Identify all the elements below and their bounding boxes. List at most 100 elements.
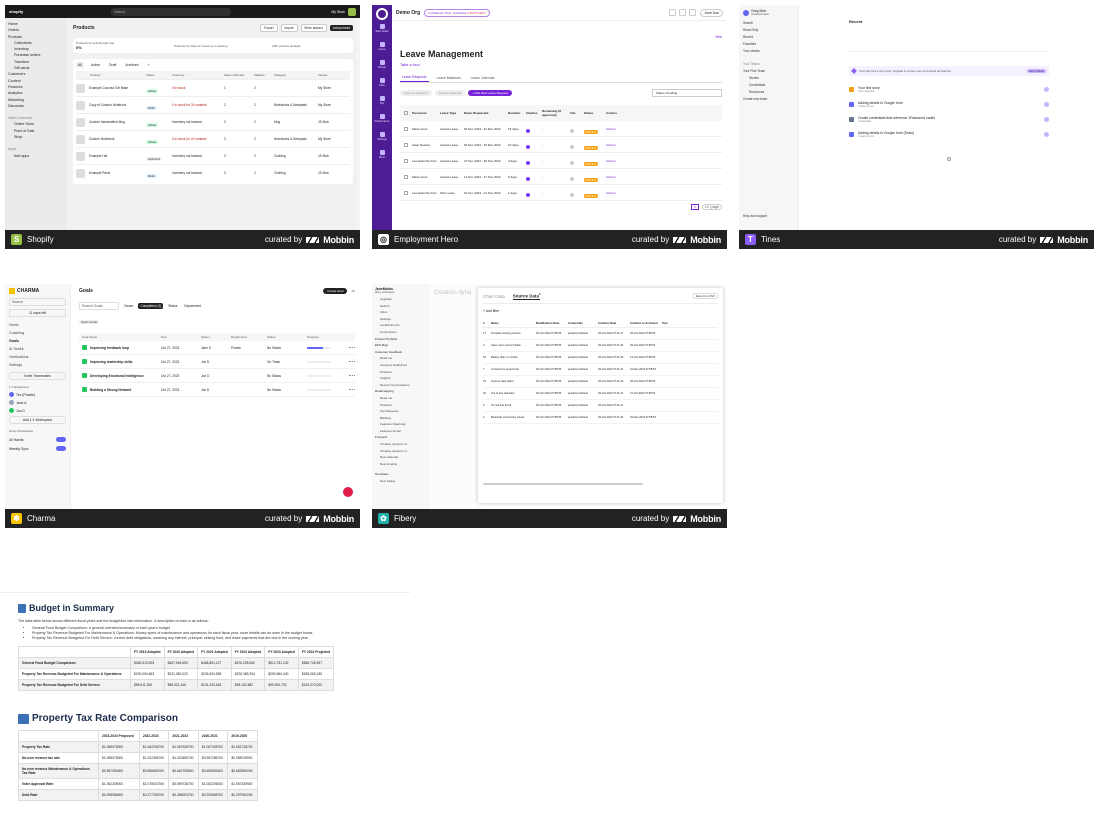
actions-menu[interactable]: Actions bbox=[606, 143, 636, 147]
get-in-touch-button[interactable]: Get in touch bbox=[1026, 69, 1046, 73]
column-header[interactable]: Remaining (If approved) bbox=[542, 109, 570, 117]
column-header[interactable]: # bbox=[483, 321, 491, 325]
nav-item-verifications[interactable]: Verifications bbox=[9, 353, 66, 361]
nav-item-creation-dynamic-of[interactable]: Creation dynamic of ... bbox=[375, 441, 427, 448]
nav-item-interview-guidelines[interactable]: Interview Guidelines bbox=[375, 362, 427, 369]
row-checkbox[interactable] bbox=[404, 126, 408, 131]
nav-item-new-calendar[interactable]: New calendar bbox=[375, 454, 427, 461]
nav-item-files[interactable]: Files bbox=[372, 78, 392, 87]
nav-item-settings[interactable]: Settings bbox=[372, 132, 392, 141]
tab-draft[interactable]: Draft bbox=[107, 62, 118, 68]
nav-item-upgrade[interactable]: Upgrade bbox=[375, 296, 427, 303]
nav-item-products[interactable]: Products bbox=[375, 369, 427, 376]
table-row[interactable]: Marie Curie Annual Leave 13 Nov 2023 - 17 … bbox=[400, 169, 722, 185]
nav-item-new-timeline[interactable]: New timeline bbox=[375, 461, 427, 468]
status[interactable]: On Track bbox=[267, 360, 307, 364]
nav-item-coaching[interactable]: Coaching bbox=[9, 329, 66, 337]
new-link[interactable]: New bbox=[715, 35, 722, 39]
story-item[interactable]: Adding details to Google form Create a fo… bbox=[849, 101, 1049, 108]
column-header[interactable]: Clashes bbox=[526, 111, 542, 115]
nav-item-people[interactable]: People bbox=[372, 60, 392, 69]
nav-item-help-and-support[interactable]: Help and support bbox=[743, 213, 794, 220]
table-row[interactable]: 17 Template starting process 25-Oct-2023 0… bbox=[483, 328, 718, 340]
nav-item-frontend[interactable]: Frontend bbox=[375, 434, 427, 441]
table-row[interactable]: Improving feedback loop Oct 27, 2023 Jane … bbox=[79, 341, 355, 355]
search-input[interactable]: Search bbox=[9, 298, 66, 306]
nav-item-connections[interactable]: Connections bbox=[375, 329, 427, 336]
actions-menu[interactable]: Actions bbox=[606, 127, 636, 131]
column-header[interactable]: Inventory bbox=[172, 73, 224, 77]
decline-selected-button[interactable]: Decline Selected bbox=[434, 90, 466, 96]
nav-item-resources[interactable]: Resources bbox=[743, 89, 794, 96]
column-header[interactable]: Status bbox=[267, 335, 307, 339]
nav-item-create-new-team[interactable]: Create new team bbox=[743, 96, 794, 103]
trial-badge[interactable]: 14 Platinum Trial - Subscribe 2 DAYS LEF… bbox=[424, 8, 490, 17]
row-more-icon[interactable] bbox=[349, 346, 355, 349]
column-header[interactable]: Due bbox=[161, 335, 201, 339]
nav-item-ai-toolkit[interactable]: AI Toolkit bbox=[9, 345, 66, 353]
export-button[interactable]: Export bbox=[260, 24, 278, 32]
table-row[interactable]: Leonardo Da Vinci Sick Leave 01 Nov 2023 -… bbox=[400, 185, 722, 201]
table-row[interactable]: 18 Battery drain on mobile 25-Oct-2023 07:… bbox=[483, 352, 718, 364]
filter-completion-1[interactable]: Completion (1) bbox=[138, 303, 164, 309]
column-header[interactable]: Personnel bbox=[412, 111, 440, 115]
store-name[interactable]: My Store bbox=[331, 10, 345, 14]
add-new-leave-request-button[interactable]: + Add New Leave Request bbox=[468, 90, 512, 96]
table-row[interactable]: Leonardo Da Vinci Annual Leave 27 Nov 2023… bbox=[400, 153, 722, 169]
nav-item-pay[interactable]: Pay bbox=[372, 96, 392, 105]
table-row[interactable]: 3 Users can't connect Slack 25-Oct-2023 07… bbox=[483, 340, 718, 352]
table-row[interactable]: 7 A channel to project lists 25-Oct-2023 0… bbox=[483, 364, 718, 376]
nav-item-stories[interactable]: Stories bbox=[743, 75, 794, 82]
column-header[interactable]: Name bbox=[491, 321, 536, 325]
tour-link[interactable]: Take a tour bbox=[400, 62, 722, 67]
nav-item-home[interactable]: Home bbox=[372, 42, 392, 51]
table-row[interactable]: 15 Improve date picker 25-Oct-2023 07:58:5… bbox=[483, 376, 718, 388]
status[interactable]: No Status bbox=[267, 346, 307, 350]
nav-item-goals[interactable]: Goals bbox=[9, 337, 66, 345]
status[interactable]: No Status bbox=[267, 374, 307, 378]
docs-icon[interactable] bbox=[679, 9, 687, 16]
column-header[interactable]: Status bbox=[146, 73, 172, 77]
table-row[interactable]: Isaac Newton Annual Leave 04 Dec 2023 - 15… bbox=[400, 137, 722, 153]
column-header[interactable]: Progress bbox=[307, 335, 337, 339]
open-goals-chip[interactable]: Open Goals bbox=[79, 320, 100, 324]
actions-menu[interactable]: Actions bbox=[606, 159, 636, 163]
nav-item-credentials[interactable]: Credentials bbox=[743, 82, 794, 89]
column-header[interactable]: Dates Requested bbox=[464, 111, 508, 115]
table-row[interactable]: Example Coconut Gel Base Active 0 in stock… bbox=[76, 79, 350, 96]
nav-item-inbox[interactable]: Inbox bbox=[375, 309, 427, 316]
nav-item-product-portfolio[interactable]: Product Portfolio bbox=[375, 336, 427, 343]
story-item[interactable]: Adding details to Google form (Team) Crea… bbox=[849, 131, 1049, 138]
column-header[interactable]: Modification Date bbox=[536, 321, 568, 325]
nav-item-start-guide[interactable]: Start Guide bbox=[372, 24, 392, 33]
tab-leave-requests[interactable]: Leave Requests bbox=[400, 73, 429, 82]
column-header[interactable]: Product bbox=[76, 73, 146, 77]
row-checkbox[interactable] bbox=[404, 174, 408, 179]
workspace-tes-private[interactable]: Tes (Private) bbox=[9, 392, 66, 397]
actions-menu[interactable]: Actions bbox=[606, 191, 636, 195]
story-item[interactable]: Your first story Ask a question bbox=[849, 86, 1049, 93]
select-all-checkbox[interactable] bbox=[404, 111, 408, 115]
nav-item-insights[interactable]: Insights bbox=[375, 375, 427, 382]
avatar[interactable] bbox=[348, 7, 356, 16]
more-actions-button[interactable]: More actions bbox=[300, 24, 327, 32]
nav-item-recent-conversations[interactable]: Recent Conversations bbox=[375, 382, 427, 389]
notification-icon[interactable] bbox=[689, 9, 697, 16]
user-block[interactable]: Greg Mob Greatmob team bbox=[743, 9, 794, 16]
nav-item-backlog[interactable]: Backlog bbox=[375, 415, 427, 422]
nav-item-favorites[interactable]: Favorites bbox=[743, 41, 794, 48]
nav-item-products[interactable]: Products bbox=[375, 402, 427, 409]
group-all-hands[interactable]: All Hands bbox=[9, 437, 66, 442]
approve-selected-button[interactable]: Approve Selected bbox=[400, 90, 432, 96]
sidebar-item-shop[interactable]: Shop bbox=[8, 134, 64, 140]
actions-menu[interactable]: Actions bbox=[606, 175, 636, 179]
column-header[interactable]: Leave Type bbox=[440, 111, 464, 115]
tab-all[interactable]: All bbox=[76, 62, 84, 68]
table-row[interactable]: Custom Notebook Active 0 in stock for 24 v… bbox=[76, 130, 350, 147]
tab-leave-balances[interactable]: Leave Balances bbox=[435, 74, 463, 82]
column-header[interactable]: Markets bbox=[254, 73, 274, 77]
tab-item[interactable]: + bbox=[146, 62, 152, 68]
column-header[interactable]: Info bbox=[570, 111, 584, 115]
row-checkbox[interactable] bbox=[404, 142, 408, 147]
stat-card[interactable]: ABC product analysis bbox=[272, 44, 350, 48]
